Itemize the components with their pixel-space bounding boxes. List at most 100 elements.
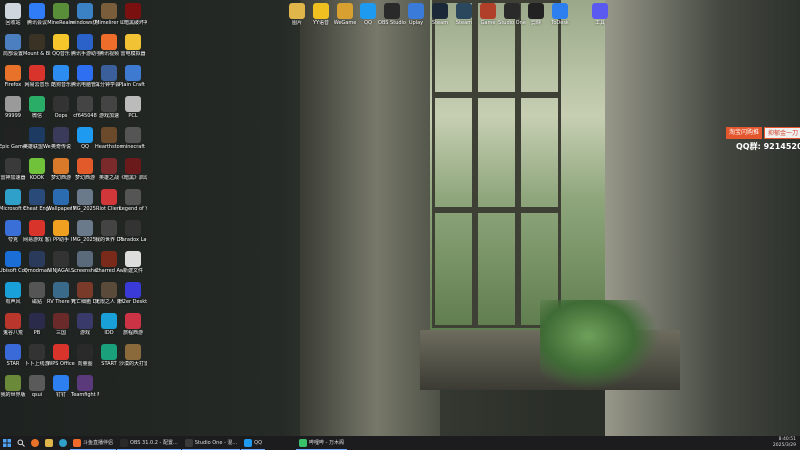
desktop-icon[interactable]: IMG_2025…: [71, 189, 99, 212]
desktop-icon[interactable]: Epic Games Launcher: [0, 127, 27, 150]
desktop-icon[interactable]: Teamfight Manager: [71, 375, 99, 398]
desktop-icon[interactable]: Riot Client: [96, 189, 122, 212]
desktop-icon[interactable]: 新建文件: [121, 251, 145, 274]
desktop-icon[interactable]: 腾讯会议: [25, 3, 49, 26]
desktop-icon[interactable]: 回收站: [1, 3, 25, 26]
desktop-icon[interactable]: 腾讯电脑管家: [71, 65, 99, 88]
desktop-icon[interactable]: 沙漠的大打雷: [119, 344, 147, 367]
desktop-icon[interactable]: cf645048: [73, 96, 97, 119]
desktop-icon[interactable]: 雷神加速器: [0, 158, 26, 181]
desktop-icon[interactable]: 酷狗音乐: [49, 65, 73, 88]
desktop-icon[interactable]: 图片: [285, 3, 309, 26]
desktop-icon[interactable]: 《暗黑》启动器: [119, 158, 147, 181]
desktop-icon[interactable]: STAR: [1, 344, 25, 367]
desktop-icon[interactable]: 英雄之战: [97, 158, 121, 181]
desktop-icon[interactable]: MineRealm: [47, 3, 75, 26]
desktop-icon[interactable]: YY语音: [309, 3, 333, 26]
taskbar-pin-firefox[interactable]: [28, 436, 42, 450]
desktop-icon[interactable]: 腾讯视频: [97, 34, 121, 57]
desktop-icon[interactable]: Uplay: [404, 3, 428, 26]
desktop-icon[interactable]: Game: [476, 3, 500, 26]
taskbar-pin-explorer[interactable]: [42, 436, 56, 450]
desktop-icon[interactable]: Steam: [452, 3, 476, 26]
desktop-icon[interactable]: 有声风: [1, 282, 25, 305]
desktop-icon[interactable]: windows优化: [71, 3, 99, 26]
desktop-icon[interactable]: QQ音乐: [49, 34, 73, 57]
desktop-icon[interactable]: Paradox Launcher v2: [119, 220, 147, 243]
desktop-icon[interactable]: 工具: [588, 3, 612, 26]
desktop-icon[interactable]: KOOK: [25, 158, 49, 181]
desktop-icon[interactable]: WPS Office: [47, 344, 75, 367]
taskbar-task[interactable]: Studio One - 混...: [181, 436, 241, 450]
desktop-icon[interactable]: Steam: [428, 3, 452, 26]
desktop-icon[interactable]: 钉钉: [49, 375, 73, 398]
desktop-icon[interactable]: START: [97, 344, 121, 367]
desktop-icon[interactable]: Qmodman: [24, 251, 50, 274]
desktop-icon[interactable]: Mimelirer Life Sim: [95, 3, 123, 26]
desktop-icon[interactable]: 《暗黑破坏神 IV》: [119, 3, 147, 26]
taskbar-task[interactable]: QQ: [241, 436, 266, 450]
desktop-icon[interactable]: 99999: [1, 96, 25, 119]
desktop-icon[interactable]: Firefox: [1, 65, 25, 88]
desktop-icon[interactable]: IDD: [97, 313, 121, 336]
desktop-icon[interactable]: 三国: [49, 313, 73, 336]
desktop-icon[interactable]: Hearthstone: [95, 127, 123, 150]
desktop-icon[interactable]: 三分钟学会 游戏: [95, 65, 123, 88]
desktop-icon[interactable]: 游戏加速: [97, 96, 121, 119]
desktop-icon[interactable]: Legend of YMIR: [119, 189, 147, 212]
desktop-icon[interactable]: 旅程西游: [121, 313, 145, 336]
desktop-icon[interactable]: Screenshot…: [71, 251, 99, 274]
desktop-icon[interactable]: Wallpaper Engine: [47, 189, 75, 212]
desktop-icon[interactable]: 微信: [25, 96, 49, 119]
desktop-icon[interactable]: IMG_2025…: [71, 220, 99, 243]
desktop-icon[interactable]: Ubisoft Connect: [0, 251, 27, 274]
desktop-icon[interactable]: Studio One: [498, 3, 526, 26]
desktop-icon[interactable]: minecraft: [121, 127, 145, 150]
taskbar-pin-edge[interactable]: [56, 436, 70, 450]
desktop-icon[interactable]: 腾讯手游助手 Demo: [71, 34, 99, 57]
desktop-icon[interactable]: 雷电模拟器: [120, 34, 146, 57]
desktop-icon[interactable]: Microsoft Edge: [0, 189, 27, 212]
desktop-icon[interactable]: 剪映: [524, 3, 548, 26]
desktop-icon[interactable]: 磁贴: [25, 282, 49, 305]
desktop-icon[interactable]: 卜卜上线游: [24, 344, 50, 367]
taskbar-task[interactable]: 哔哩哔 - 万木阁: [296, 436, 348, 450]
desktop-icon[interactable]: ToDesk: [548, 3, 572, 26]
desktop-icon[interactable]: NINJAGAI…: [47, 251, 75, 274]
desktop-icon[interactable]: 无限之人 限制之间: [95, 282, 123, 305]
desktop-icon[interactable]: 死亡细胞 Demo: [71, 282, 99, 305]
desktop-icon[interactable]: 网易游戏 客户端: [23, 220, 51, 243]
desktop-icon[interactable]: PB: [25, 313, 49, 336]
system-clock[interactable]: 8:40:51 2025/3/29: [773, 437, 796, 449]
desktop-icon[interactable]: 梦幻西游: [49, 158, 73, 181]
desktop-icon[interactable]: qsui: [25, 375, 49, 398]
desktop-icon[interactable]: 夸克: [1, 220, 25, 243]
desktop-icon[interactable]: 游戏: [73, 313, 97, 336]
desktop-icon[interactable]: 我的世界版: [0, 375, 26, 398]
desktop-icon[interactable]: Oops: [49, 96, 73, 119]
desktop-icon[interactable]: 局部设置: [1, 34, 25, 57]
edge-icon: [5, 189, 21, 205]
desktop-icon[interactable]: 我的世界 DEMO: [95, 220, 123, 243]
desktop-icon[interactable]: QQ: [356, 3, 380, 26]
desktop-icon[interactable]: RV There Yet: [47, 282, 75, 305]
desktop-icon[interactable]: PCL: [121, 96, 145, 119]
desktop-icon[interactable]: OBS Studio: [378, 3, 406, 26]
desktop-icon[interactable]: PP助手: [49, 220, 73, 243]
search-button[interactable]: [14, 436, 28, 450]
desktop-icon[interactable]: H2er Desktop: [119, 282, 147, 305]
desktop-icon[interactable]: Charred Awaits…: [95, 251, 123, 274]
taskbar-task[interactable]: 斗鱼直播伴侣: [70, 436, 117, 450]
start-button[interactable]: [0, 436, 14, 450]
desktop-icon[interactable]: 鬼谷八荒: [1, 313, 25, 336]
desktop-icon[interactable]: Plain Craft Launcher 2: [119, 65, 147, 88]
desktop-icon[interactable]: 奥奇传说: [49, 127, 73, 150]
desktop-icon[interactable]: 梦幻西游: [73, 158, 97, 181]
desktop-icon[interactable]: Cheat Engine.exe: [23, 189, 51, 212]
taskbar-task[interactable]: OBS 31.0.2 - 配置...: [117, 436, 181, 450]
desktop-icon[interactable]: 网易云音乐: [24, 65, 50, 88]
desktop-icon[interactable]: 英雄联盟WeGame 版: [23, 127, 51, 150]
desktop-icon[interactable]: Mount & Blade II: [23, 34, 51, 57]
desktop-icon[interactable]: 向量图: [73, 344, 97, 367]
desktop-icon[interactable]: QQ: [73, 127, 97, 150]
